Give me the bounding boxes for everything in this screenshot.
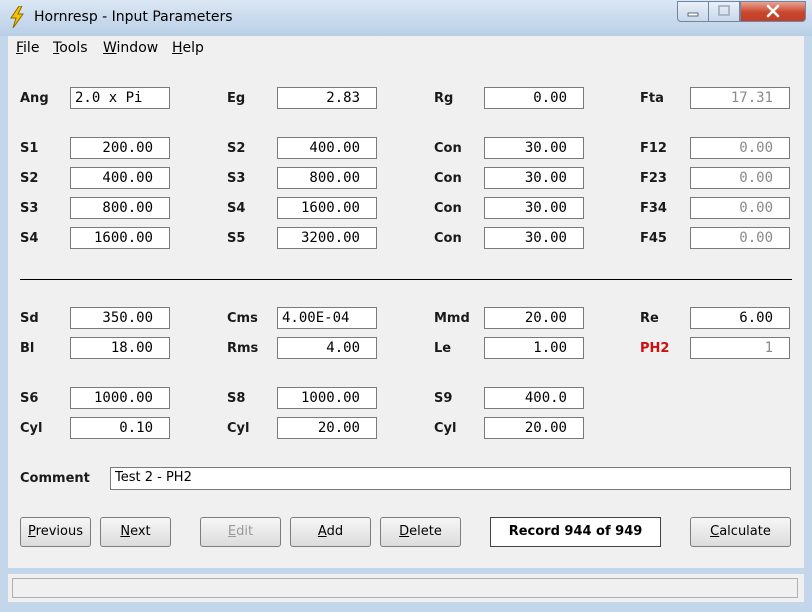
calculate-button[interactable]: Calculate [690, 517, 791, 547]
close-button[interactable] [740, 1, 806, 22]
con1-field[interactable]: 30.00 [484, 137, 584, 159]
next-button[interactable]: Next [100, 517, 171, 547]
mmd-label: Mmd [434, 311, 470, 326]
cyl1-label: Cyl [20, 421, 43, 436]
add-button[interactable]: Add [290, 517, 371, 547]
comment-field[interactable]: Test 2 - PH2 [110, 467, 791, 490]
f45-field[interactable]: 0.00 [690, 227, 790, 249]
menu-help[interactable]: Help [172, 40, 204, 56]
rg-field[interactable]: 0.00 [484, 87, 584, 109]
minimize-icon [687, 12, 699, 17]
s9-label: S9 [434, 391, 453, 406]
s3-label: S3 [227, 171, 246, 186]
s2-field[interactable]: 400.00 [277, 137, 377, 159]
close-icon [766, 4, 780, 18]
s6-field[interactable]: 1000.00 [70, 387, 170, 409]
re-label: Re [640, 311, 659, 326]
s2-row2-label: S2 [20, 171, 39, 186]
window-title: Hornresp - Input Parameters [34, 9, 233, 25]
le-label: Le [434, 341, 452, 356]
bl-label: Bl [20, 341, 35, 356]
f23-field[interactable]: 0.00 [690, 167, 790, 189]
lightning-bolt-icon [10, 6, 24, 28]
comment-label: Comment [20, 471, 90, 486]
con2-label: Con [434, 171, 462, 186]
section-divider [20, 279, 792, 280]
cms-field[interactable]: 4.00E-04 [277, 307, 377, 329]
rg-label: Rg [434, 91, 454, 106]
input-parameters-panel: Ang 2.0 x Pi Eg 2.83 Rg 0.00 Fta 17.31 S… [8, 60, 804, 568]
ph2-label: PH2 [640, 341, 670, 356]
cyl1-field[interactable]: 0.10 [70, 417, 170, 439]
f23-label: F23 [640, 171, 667, 186]
maximize-icon [718, 5, 730, 16]
ang-field[interactable]: 2.0 x Pi [70, 87, 170, 109]
f12-field[interactable]: 0.00 [690, 137, 790, 159]
application-window: Hornresp - Input Parameters File Tools W… [0, 0, 812, 612]
con3-label: Con [434, 201, 462, 216]
f34-field[interactable]: 0.00 [690, 197, 790, 219]
maximize-button[interactable] [708, 1, 740, 22]
cyl2-field[interactable]: 20.00 [277, 417, 377, 439]
fta-field[interactable]: 17.31 [690, 87, 790, 109]
con3-field[interactable]: 30.00 [484, 197, 584, 219]
s3-row3-field[interactable]: 800.00 [70, 197, 170, 219]
status-panel [12, 578, 798, 598]
menu-file[interactable]: File [16, 40, 39, 56]
previous-button[interactable]: Previous [20, 517, 91, 547]
minimize-button[interactable] [677, 1, 709, 22]
s3-field[interactable]: 800.00 [277, 167, 377, 189]
bl-field[interactable]: 18.00 [70, 337, 170, 359]
con4-label: Con [434, 231, 462, 246]
le-field[interactable]: 1.00 [484, 337, 584, 359]
title-bar[interactable]: Hornresp - Input Parameters [0, 0, 812, 36]
s2-row2-field[interactable]: 400.00 [70, 167, 170, 189]
f45-label: F45 [640, 231, 667, 246]
s6-label: S6 [20, 391, 39, 406]
record-indicator: Record 944 of 949 [490, 517, 661, 547]
mmd-field[interactable]: 20.00 [484, 307, 584, 329]
con2-field[interactable]: 30.00 [484, 167, 584, 189]
con4-field[interactable]: 30.00 [484, 227, 584, 249]
menu-tools[interactable]: Tools [53, 40, 88, 56]
s9-field[interactable]: 400.0 [484, 387, 584, 409]
delete-button[interactable]: Delete [380, 517, 461, 547]
s4-row4-field[interactable]: 1600.00 [70, 227, 170, 249]
f12-label: F12 [640, 141, 667, 156]
s4-field[interactable]: 1600.00 [277, 197, 377, 219]
s1-label: S1 [20, 141, 39, 156]
rms-label: Rms [227, 341, 259, 356]
cyl2-label: Cyl [227, 421, 250, 436]
s5-label: S5 [227, 231, 246, 246]
s4-row4-label: S4 [20, 231, 39, 246]
fta-label: Fta [640, 91, 664, 106]
cyl3-field[interactable]: 20.00 [484, 417, 584, 439]
s5-field[interactable]: 3200.00 [277, 227, 377, 249]
ang-label: Ang [20, 91, 49, 106]
status-bar [8, 574, 804, 602]
sd-label: Sd [20, 311, 39, 326]
eg-label: Eg [227, 91, 246, 106]
ph2-field[interactable]: 1 [690, 337, 790, 359]
s2-label: S2 [227, 141, 246, 156]
menu-window[interactable]: Window [103, 40, 158, 56]
eg-field[interactable]: 2.83 [277, 87, 377, 109]
s8-label: S8 [227, 391, 246, 406]
cyl3-label: Cyl [434, 421, 457, 436]
s4-label: S4 [227, 201, 246, 216]
con1-label: Con [434, 141, 462, 156]
s1-field[interactable]: 200.00 [70, 137, 170, 159]
edit-button[interactable]: Edit [200, 517, 281, 547]
sd-field[interactable]: 350.00 [70, 307, 170, 329]
f34-label: F34 [640, 201, 667, 216]
s8-field[interactable]: 1000.00 [277, 387, 377, 409]
cms-label: Cms [227, 311, 258, 326]
menu-bar: File Tools Window Help [8, 36, 804, 61]
s3-row3-label: S3 [20, 201, 39, 216]
rms-field[interactable]: 4.00 [277, 337, 377, 359]
re-field[interactable]: 6.00 [690, 307, 790, 329]
